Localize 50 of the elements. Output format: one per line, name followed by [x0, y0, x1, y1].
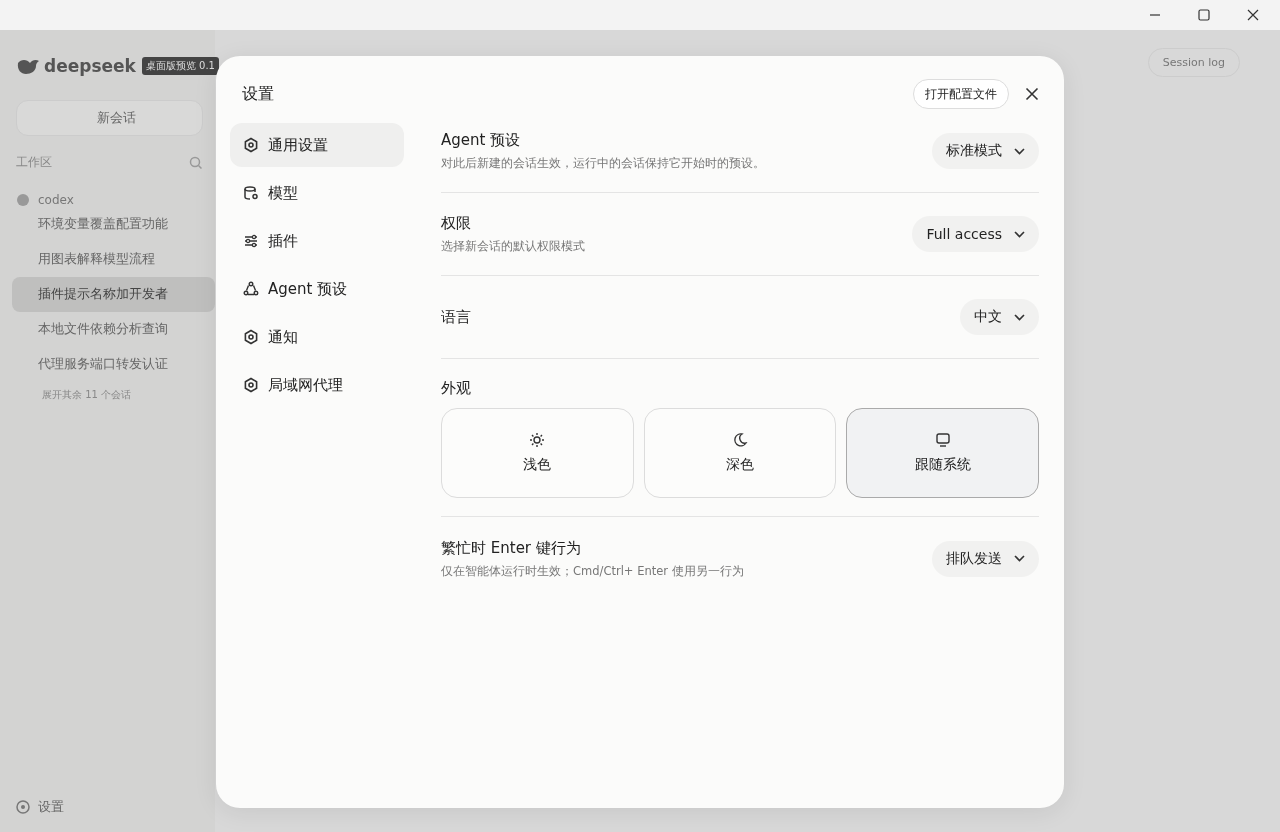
theme-option[interactable]: 浅色 [441, 408, 634, 498]
setting-label: Agent 预设 [441, 131, 522, 150]
sun-icon [529, 432, 546, 448]
sliders-icon [243, 233, 259, 249]
theme-option[interactable]: 跟随系统 [846, 408, 1039, 498]
nav-item[interactable]: 局域网代理 [230, 363, 404, 407]
new-chat-button[interactable]: 新会话 [16, 100, 203, 136]
nav-item[interactable]: 插件 [230, 219, 404, 263]
hexagon-icon [243, 137, 259, 153]
nav-item[interactable]: 通知 [230, 315, 404, 359]
setting-description: 选择新会话的默认权限模式 [441, 239, 585, 254]
chevron-down-icon [1014, 313, 1025, 321]
settings-link[interactable]: 设置 [38, 798, 64, 816]
session-item[interactable]: 用图表解释模型流程 [12, 242, 215, 277]
setting-label: 外观 [441, 379, 472, 398]
session-item[interactable]: 代理服务端口转发认证 [12, 347, 215, 382]
session-item[interactable]: 插件提示名称加开发者 [12, 277, 215, 312]
select-dropdown[interactable]: 标准模式 [932, 133, 1039, 169]
close-icon[interactable] [1025, 87, 1039, 101]
section-label: 工作区 [16, 154, 52, 171]
theme-option[interactable]: 深色 [643, 408, 837, 498]
monitor-icon [934, 432, 951, 448]
setting-label: 繁忙时 Enter 键行为 [441, 538, 582, 558]
select-dropdown[interactable]: Full access [912, 216, 1039, 252]
setting-description: 对此后新建的会话生效，运行中的会话保持它开始时的预设。 [441, 156, 765, 171]
chevron-down-icon [1014, 555, 1025, 562]
database-icon [243, 185, 259, 201]
hexagon-icon [243, 377, 259, 393]
setting-description: 仅在智能体运行时生效；Cmd/Ctrl+ Enter 使用另一行为 [441, 563, 744, 579]
select-dropdown[interactable]: 中文 [960, 299, 1039, 335]
nav-item[interactable]: 通用设置 [230, 123, 404, 167]
select-dropdown[interactable]: 排队发送 [932, 540, 1039, 577]
chevron-down-icon [1014, 147, 1025, 155]
nav-item[interactable]: 模型 [230, 171, 404, 215]
hexagon-icon [243, 329, 259, 345]
app-logo: deepseek [44, 56, 136, 76]
session-item[interactable]: 本地文件依赖分析查询 [12, 312, 215, 347]
close-icon[interactable] [1247, 9, 1259, 21]
cycle-icon [243, 281, 259, 297]
setting-label: 权限 [441, 214, 472, 233]
dialog-title: 设置 [241, 84, 275, 105]
setting-label: 语言 [441, 307, 471, 327]
moon-icon [732, 432, 748, 448]
chevron-down-icon [1014, 230, 1025, 238]
session-item[interactable]: 环境变量覆盖配置功能 [12, 207, 215, 242]
nav-item[interactable]: Agent 预设 [230, 267, 404, 311]
open-config-button[interactable]: 打开配置文件 [913, 79, 1009, 109]
whale-logo-icon [16, 57, 40, 75]
maximize-icon[interactable] [1198, 9, 1210, 21]
version-badge: 桌面版预览 0.1 [141, 57, 219, 75]
